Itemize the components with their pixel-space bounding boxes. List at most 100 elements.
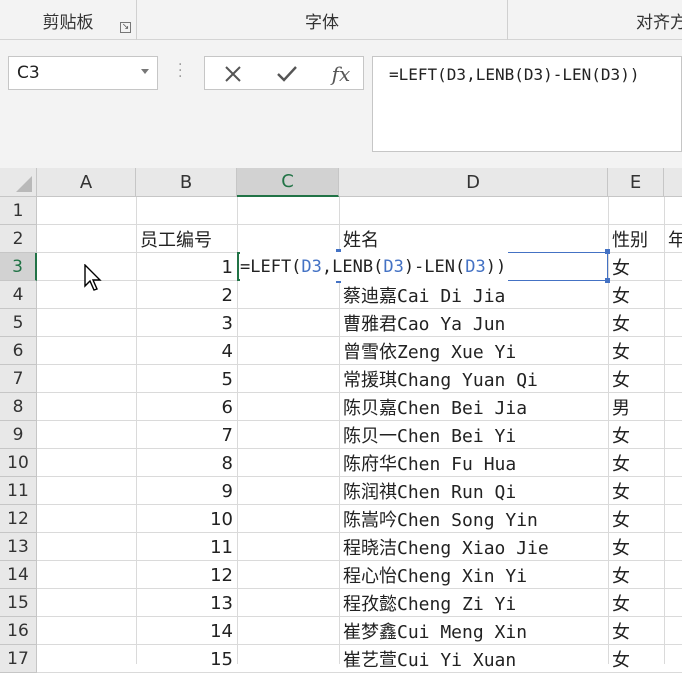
select-all-icon [16, 176, 32, 192]
cell-b5[interactable]: 3 [136, 309, 237, 337]
reference-handle[interactable] [605, 249, 610, 254]
ribbon-group-font[interactable]: 字体 [137, 0, 507, 40]
cell-e10[interactable]: 女 [608, 449, 664, 477]
cell-e13[interactable]: 女 [608, 533, 664, 561]
cell-d6[interactable]: 曾雪依Zeng Xue Yi [339, 337, 608, 365]
cell-d10[interactable]: 陈府华Chen Fu Hua [339, 449, 608, 477]
column-header-d[interactable]: D [339, 168, 608, 197]
chevron-down-icon[interactable] [141, 69, 149, 74]
cell-b7[interactable]: 5 [136, 365, 237, 393]
cell-d2[interactable]: 姓名 [339, 225, 608, 253]
cell-d5[interactable]: 曹雅君Cao Ya Jun [339, 309, 608, 337]
formula-text: =LEFT(D3,LENB(D3)-LEN(D3)) [389, 65, 640, 84]
cell-b3[interactable]: 1 [136, 253, 237, 281]
row-header-5[interactable]: 5 [0, 309, 37, 337]
cell-b10[interactable]: 8 [136, 449, 237, 477]
cell-b9[interactable]: 7 [136, 421, 237, 449]
column-header-a[interactable]: A [37, 168, 136, 197]
row-header-9[interactable]: 9 [0, 421, 37, 449]
column-header-e[interactable]: E [608, 168, 664, 197]
cell-e12[interactable]: 女 [608, 505, 664, 533]
row-header-6[interactable]: 6 [0, 337, 37, 365]
cell-d16[interactable]: 崔梦鑫Cui Meng Xin [339, 617, 608, 645]
cell-d13[interactable]: 程晓洁Cheng Xiao Jie [339, 533, 608, 561]
cell-e16[interactable]: 女 [608, 617, 664, 645]
column-header-c[interactable]: C [237, 168, 339, 197]
cell-d11[interactable]: 陈润祺Chen Run Qi [339, 477, 608, 505]
row-header-12[interactable]: 12 [0, 505, 37, 533]
cell-e7[interactable]: 女 [608, 365, 664, 393]
column-header-b[interactable]: B [136, 168, 237, 197]
cell-d14[interactable]: 程心怡Cheng Xin Yi [339, 561, 608, 589]
cell-b16[interactable]: 14 [136, 617, 237, 645]
row-header-15[interactable]: 15 [0, 589, 37, 617]
cell-d17[interactable]: 崔艺萱Cui Yi Xuan [339, 645, 608, 673]
cell-e11[interactable]: 女 [608, 477, 664, 505]
row-header-label: 2 [12, 228, 24, 249]
drag-handle-icon[interactable]: · · · [178, 58, 182, 84]
cell-b4-value: 2 [221, 284, 233, 306]
reference-handle[interactable] [605, 278, 610, 283]
row-header-16[interactable]: 16 [0, 617, 37, 645]
cell-e17-value: 女 [612, 650, 630, 671]
cell-b17-value: 15 [210, 648, 233, 670]
formula-reference: D3 [301, 256, 322, 277]
cell-b6[interactable]: 4 [136, 337, 237, 365]
cell-b8[interactable]: 6 [136, 393, 237, 421]
cell-d4[interactable]: 蔡迪嘉Cai Di Jia [339, 281, 608, 309]
cell-editor[interactable]: =LEFT(D3 ,LENB(D3)-LEN(D3)) [240, 252, 509, 281]
row-header-1[interactable]: 1 [0, 197, 37, 225]
cell-d8[interactable]: 陈贝嘉Chen Bei Jia [339, 393, 608, 421]
cell-e5[interactable]: 女 [608, 309, 664, 337]
cell-b12[interactable]: 10 [136, 505, 237, 533]
cell-d7[interactable]: 常援琪Chang Yuan Qi [339, 365, 608, 393]
cell-b4[interactable]: 2 [136, 281, 237, 309]
row-header-label: 1 [12, 200, 24, 221]
insert-function-button[interactable]: fx [317, 57, 365, 91]
cell-d15[interactable]: 程孜懿Cheng Zi Yi [339, 589, 608, 617]
cell-e3[interactable]: 女 [608, 253, 664, 281]
cell-e17[interactable]: 女 [608, 645, 664, 673]
clipboard-launcher-icon[interactable]: ↘ [120, 22, 131, 33]
cell-e8[interactable]: 男 [608, 393, 664, 421]
cell-e15[interactable]: 女 [608, 589, 664, 617]
cell-e9[interactable]: 女 [608, 421, 664, 449]
close-icon[interactable] [209, 57, 257, 91]
cell-e5-value: 女 [612, 314, 630, 335]
column-header-label: A [79, 171, 93, 193]
cell-e2[interactable]: 性别 [608, 225, 664, 253]
ribbon-group-alignment-label: 对齐方 [636, 12, 682, 33]
cell-b15[interactable]: 13 [136, 589, 237, 617]
cell-b14[interactable]: 12 [136, 561, 237, 589]
formula-input[interactable]: =LEFT(D3,LENB(D3)-LEN(D3)) [372, 56, 682, 152]
ribbon-group-clipboard[interactable]: 剪贴板 [0, 0, 136, 40]
row-header-17[interactable]: 17 [0, 645, 37, 673]
cell-e4[interactable]: 女 [608, 281, 664, 309]
row-header-8[interactable]: 8 [0, 393, 37, 421]
row-header-13[interactable]: 13 [0, 533, 37, 561]
cell-b2[interactable]: 员工编号 [136, 225, 237, 253]
row-header-10[interactable]: 10 [0, 449, 37, 477]
row-header-14[interactable]: 14 [0, 561, 37, 589]
row-header-label: 7 [12, 368, 24, 389]
cell-b11[interactable]: 9 [136, 477, 237, 505]
cell-e14[interactable]: 女 [608, 561, 664, 589]
name-box[interactable]: C3 [8, 56, 158, 90]
check-icon[interactable] [263, 57, 311, 91]
cell-e6[interactable]: 女 [608, 337, 664, 365]
cell-b17[interactable]: 15 [136, 645, 237, 673]
row-header-11[interactable]: 11 [0, 477, 37, 505]
cell-b13[interactable]: 11 [136, 533, 237, 561]
column-header-f[interactable] [664, 168, 682, 197]
row-header-label: 5 [12, 312, 24, 333]
row-header-4[interactable]: 4 [0, 281, 37, 309]
row-header-7[interactable]: 7 [0, 365, 37, 393]
cell-d12[interactable]: 陈嵩吟Chen Song Yin [339, 505, 608, 533]
row-header-3[interactable]: 3 [0, 253, 37, 281]
ribbon-group-alignment[interactable]: 对齐方 [508, 0, 682, 40]
select-all-button[interactable] [0, 168, 37, 197]
cell-d9[interactable]: 陈贝一Chen Bei Yi [339, 421, 608, 449]
row-header-2[interactable]: 2 [0, 225, 37, 253]
cell-f2[interactable]: 年 [664, 225, 682, 253]
ribbon: 剪贴板 ↘ 字体 对齐方 [0, 0, 682, 40]
